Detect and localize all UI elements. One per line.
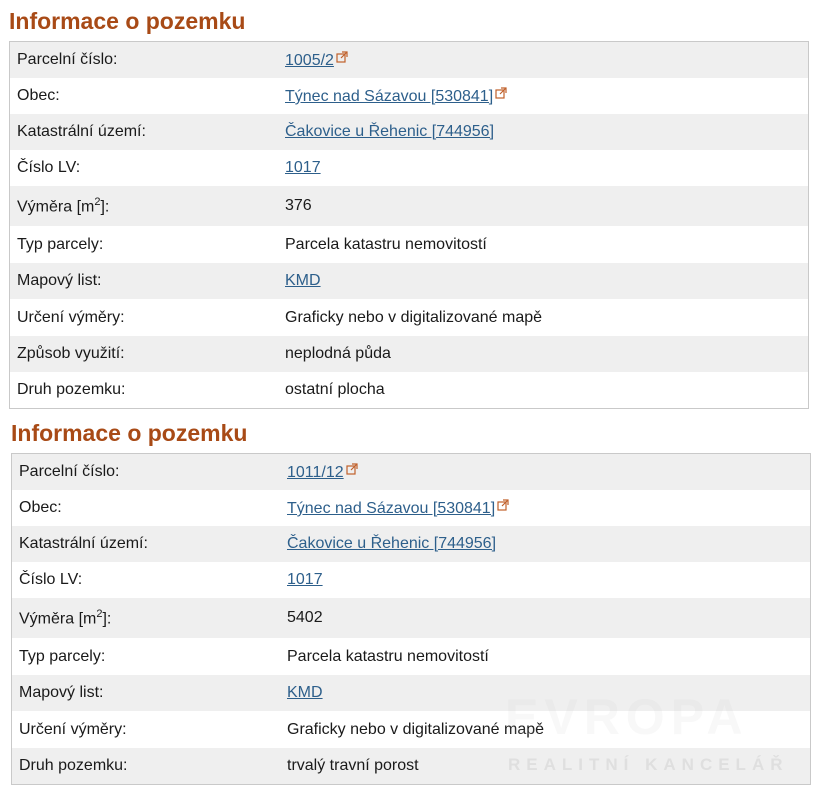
table-row-parcel-type: Typ parcely: Parcela katastru nemovitost… xyxy=(12,638,810,675)
table-row-area: Výměra [m2]: 376 xyxy=(10,186,808,226)
row-label: Parcelní číslo: xyxy=(19,463,120,480)
row-label: Mapový list: xyxy=(19,684,104,701)
table-row-cadastral-area: Katastrální území: Čakovice u Řehenic [7… xyxy=(12,526,810,562)
row-value: Týnec nad Sázavou [530841] xyxy=(287,498,810,518)
row-label: Obec: xyxy=(19,499,62,516)
parcel-number-link[interactable]: 1011/12 xyxy=(287,464,344,481)
row-label: Typ parcely: xyxy=(19,647,106,665)
table-row-map-sheet: Mapový list: KMD xyxy=(10,263,808,299)
row-label: Výměra [m2]: xyxy=(12,608,287,628)
external-link-icon[interactable] xyxy=(346,462,358,480)
table-row-municipality: Obec: Týnec nad Sázavou [530841] xyxy=(10,78,808,114)
area-label-prefix: Výměra [m xyxy=(17,198,95,216)
row-label: Určení výměry: xyxy=(19,720,127,738)
area-label-suffix: ]: xyxy=(100,198,110,216)
lv-number-link[interactable]: 1017 xyxy=(287,571,323,588)
external-link-icon[interactable] xyxy=(495,86,507,104)
row-label: Číslo LV: xyxy=(19,571,83,588)
row-value: 1005/2 xyxy=(285,50,808,70)
row-value: 1017 xyxy=(285,159,808,177)
row-value: KMD xyxy=(287,684,810,702)
area-label-prefix: Výměra [m xyxy=(19,610,97,628)
table-row-parcel-type: Typ parcely: Parcela katastru nemovitost… xyxy=(10,226,808,263)
row-value: 5402 xyxy=(287,609,323,626)
table-row-cadastral-area: Katastrální území: Čakovice u Řehenic [7… xyxy=(10,114,808,150)
table-row-parcel-number: Parcelní číslo: 1011/12 xyxy=(12,454,810,490)
cadastral-area-link[interactable]: Čakovice u Řehenic [744956] xyxy=(287,535,496,552)
external-link-icon[interactable] xyxy=(336,50,348,68)
table-row-lv-number: Číslo LV: 1017 xyxy=(10,150,808,186)
parcel-number-link[interactable]: 1005/2 xyxy=(285,52,334,69)
row-label: Číslo LV: xyxy=(17,159,81,176)
row-label: Druh pozemku: xyxy=(19,757,128,774)
table-row-land-kind: Druh pozemku: ostatní plocha xyxy=(10,372,808,408)
row-value: Čakovice u Řehenic [744956] xyxy=(285,123,808,141)
row-label: Obec: xyxy=(17,87,60,104)
row-value: 1011/12 xyxy=(287,462,810,482)
row-label: Katastrální území: xyxy=(19,535,148,552)
row-label: Výměra [m2]: xyxy=(10,196,285,216)
row-label: Katastrální území: xyxy=(17,123,146,140)
row-value: Graficky nebo v digitalizované mapě xyxy=(285,308,543,326)
row-value: 1017 xyxy=(287,571,810,589)
row-label: Určení výměry: xyxy=(17,308,125,326)
row-label: Způsob využití: xyxy=(17,345,125,362)
table-row-parcel-number: Parcelní číslo: 1005/2 xyxy=(10,42,808,78)
map-sheet-link[interactable]: KMD xyxy=(285,272,321,289)
row-label: Druh pozemku: xyxy=(17,381,126,398)
municipality-link[interactable]: Týnec nad Sázavou [530841] xyxy=(285,88,493,105)
row-label: Parcelní číslo: xyxy=(17,51,118,68)
row-label: Mapový list: xyxy=(17,272,102,289)
table-row-usage: Způsob využití: neplodná půda xyxy=(10,336,808,372)
row-label: Typ parcely: xyxy=(17,235,104,253)
row-value: neplodná půda xyxy=(285,345,391,362)
row-value: Graficky nebo v digitalizované mapě xyxy=(287,720,545,738)
row-value: KMD xyxy=(285,272,808,290)
row-value: ostatní plocha xyxy=(285,381,385,398)
land-info-section-2: Informace o pozemku Parcelní číslo: 1011… xyxy=(11,418,811,785)
row-value: Parcela katastru nemovitostí xyxy=(287,647,489,665)
row-value: 376 xyxy=(285,197,312,214)
land-info-table: Parcelní číslo: 1005/2 Obec: Týnec nad S… xyxy=(9,41,809,409)
lv-number-link[interactable]: 1017 xyxy=(285,159,321,176)
external-link-icon[interactable] xyxy=(497,498,509,516)
table-row-area-determination: Určení výměry: Graficky nebo v digitaliz… xyxy=(10,299,808,336)
table-row-area-determination: Určení výměry: Graficky nebo v digitaliz… xyxy=(12,711,810,748)
map-sheet-link[interactable]: KMD xyxy=(287,684,323,701)
table-row-area: Výměra [m2]: 5402 xyxy=(12,598,810,638)
table-row-map-sheet: Mapový list: KMD xyxy=(12,675,810,711)
section-title: Informace o pozemku xyxy=(11,420,248,446)
row-value: trvalý travní porost xyxy=(287,757,419,774)
row-value: Parcela katastru nemovitostí xyxy=(285,235,487,253)
table-row-municipality: Obec: Týnec nad Sázavou [530841] xyxy=(12,490,810,526)
row-value: Týnec nad Sázavou [530841] xyxy=(285,86,808,106)
land-info-section-1: Informace o pozemku Parcelní číslo: 1005… xyxy=(9,6,809,409)
cadastral-area-link[interactable]: Čakovice u Řehenic [744956] xyxy=(285,123,494,140)
section-title: Informace o pozemku xyxy=(9,8,246,34)
row-value: Čakovice u Řehenic [744956] xyxy=(287,535,810,553)
table-row-land-kind: Druh pozemku: trvalý travní porost xyxy=(12,748,810,784)
land-info-table: Parcelní číslo: 1011/12 Obec: Týnec nad … xyxy=(11,453,811,785)
municipality-link[interactable]: Týnec nad Sázavou [530841] xyxy=(287,500,495,517)
table-row-lv-number: Číslo LV: 1017 xyxy=(12,562,810,598)
area-label-suffix: ]: xyxy=(102,610,112,628)
